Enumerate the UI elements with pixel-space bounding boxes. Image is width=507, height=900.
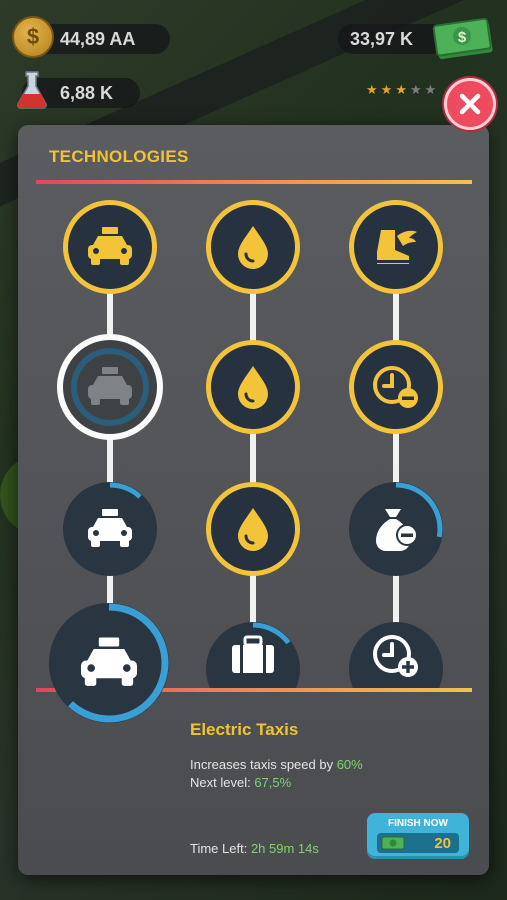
tech-node-taxi-selected[interactable] <box>57 334 163 440</box>
svg-text:$: $ <box>458 29 467 46</box>
clock-minus-icon <box>373 366 418 408</box>
tech-node-fuel-1[interactable] <box>206 200 300 294</box>
taxi-icon <box>81 637 137 686</box>
title-separator <box>36 180 472 184</box>
finish-now-label: FINISH NOW <box>388 818 448 829</box>
tech-node-clock-minus[interactable] <box>349 340 443 434</box>
tech-node-taxi-1[interactable] <box>63 200 157 294</box>
money-bag-minus-icon <box>376 509 418 551</box>
finish-now-button[interactable]: FINISH NOW 20 <box>367 813 469 859</box>
coins-value: 44,89 AA <box>60 28 136 49</box>
tech-node-money-bag-minus[interactable] <box>349 482 443 576</box>
tech-node-winged-boot[interactable] <box>349 200 443 294</box>
selected-tech-icon <box>49 603 169 723</box>
finish-cost-bar: 20 <box>377 833 459 853</box>
fuel-drop-icon <box>238 508 268 551</box>
effect-label: Increases taxis speed by <box>190 757 334 772</box>
luggage-icon <box>232 635 274 673</box>
tech-node-taxi-3[interactable] <box>63 482 157 576</box>
taxi-icon <box>88 227 132 265</box>
time-left-label: Time Left: <box>190 841 248 856</box>
research-value: 6,88 K <box>60 82 114 103</box>
close-button[interactable] <box>444 78 496 130</box>
tech-node-fuel-2[interactable] <box>206 340 300 434</box>
taxi-icon <box>88 367 132 405</box>
finish-cost: 20 <box>434 834 451 852</box>
time-left-text: Time Left: 2h 59m 14s <box>190 841 319 856</box>
fuel-drop-icon <box>238 226 268 269</box>
cash-stack-icon: $ <box>432 17 493 60</box>
fuel-drop-icon <box>238 366 268 409</box>
clock-plus-icon <box>373 635 418 677</box>
cash-value: 33,97 K <box>350 28 414 49</box>
winged-boot-icon <box>377 230 417 264</box>
rating-stars: ★★★★★ <box>366 82 440 97</box>
taxi-icon <box>88 509 132 547</box>
next-level-text: Next level: 67,5% <box>190 775 291 790</box>
coin-icon: $ <box>12 16 54 58</box>
selected-tech-title: Electric Taxis <box>190 720 299 739</box>
cash-icon <box>381 836 405 850</box>
flask-icon <box>17 71 47 109</box>
tech-node-clock-plus[interactable] <box>349 622 443 689</box>
tech-effect-text: Increases taxis speed by 60% <box>190 757 363 772</box>
next-level-label: Next level: <box>190 775 251 790</box>
close-icon <box>459 93 481 115</box>
tech-node-luggage[interactable] <box>206 622 300 689</box>
next-level-value: 67,5% <box>254 775 292 790</box>
tech-node-fuel-3[interactable] <box>206 482 300 576</box>
effect-value: 60% <box>336 757 363 772</box>
technologies-panel: TECHNOLOGIES Electric Taxis Increases ta… <box>18 125 489 875</box>
panel-title: TECHNOLOGIES <box>49 147 189 166</box>
time-left-value: 2h 59m 14s <box>250 841 319 856</box>
